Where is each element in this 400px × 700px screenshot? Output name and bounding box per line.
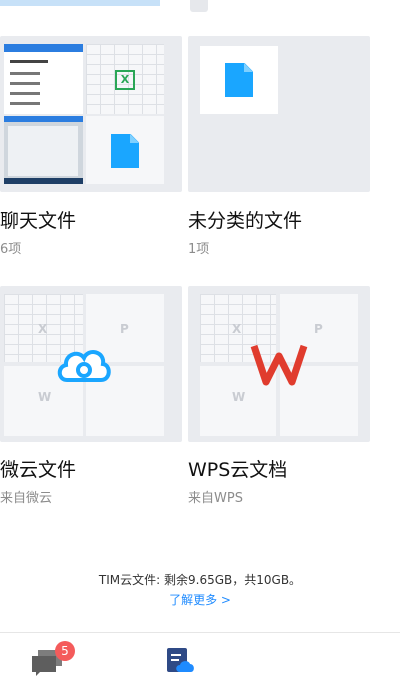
card-unclassified-thumb[interactable] <box>188 36 370 192</box>
card-title-unclassified[interactable]: 未分类的文件 <box>188 206 302 233</box>
top-scrolled-edge <box>0 0 400 36</box>
card-title-chat-files[interactable]: 聊天文件 <box>0 206 76 233</box>
storage-usage-text: TIM云文件: 剩余9.65GB，共10GB。 <box>98 573 302 587</box>
card-count-chat-files: 6项 <box>0 242 22 257</box>
thumb-document <box>200 46 278 114</box>
document-icon <box>111 134 139 168</box>
excel-icon: X <box>115 70 135 90</box>
thumb-spreadsheet: X <box>86 44 164 114</box>
card-title-weiyun[interactable]: 微云文件 <box>0 455 76 482</box>
tab-files[interactable] <box>164 646 200 682</box>
tabbar-divider <box>0 632 400 633</box>
messages-unread-badge: 5 <box>55 641 75 661</box>
card-source-wps: 来自WPS <box>188 491 243 506</box>
card-title-wps[interactable]: WPS云文档 <box>188 455 287 482</box>
partial-header-band <box>0 0 160 6</box>
card-chat-files-thumb[interactable]: X <box>0 36 182 192</box>
partial-item-edge <box>190 0 208 12</box>
learn-more-link[interactable]: 了解更多 > <box>0 591 400 608</box>
wps-logo-icon <box>250 344 308 386</box>
card-weiyun-thumb[interactable]: X P W <box>0 286 182 442</box>
thumb-document <box>86 116 164 184</box>
document-icon <box>225 63 253 97</box>
weiyun-cloud-icon <box>57 350 111 382</box>
card-count-unclassified: 1项 <box>188 242 210 257</box>
card-wps-thumb[interactable]: X P W <box>188 286 370 442</box>
thumb-screenshot <box>4 116 83 184</box>
card-source-weiyun: 来自微云 <box>0 491 53 506</box>
thumb-presentation <box>4 44 83 114</box>
files-cloud-icon <box>167 648 194 672</box>
